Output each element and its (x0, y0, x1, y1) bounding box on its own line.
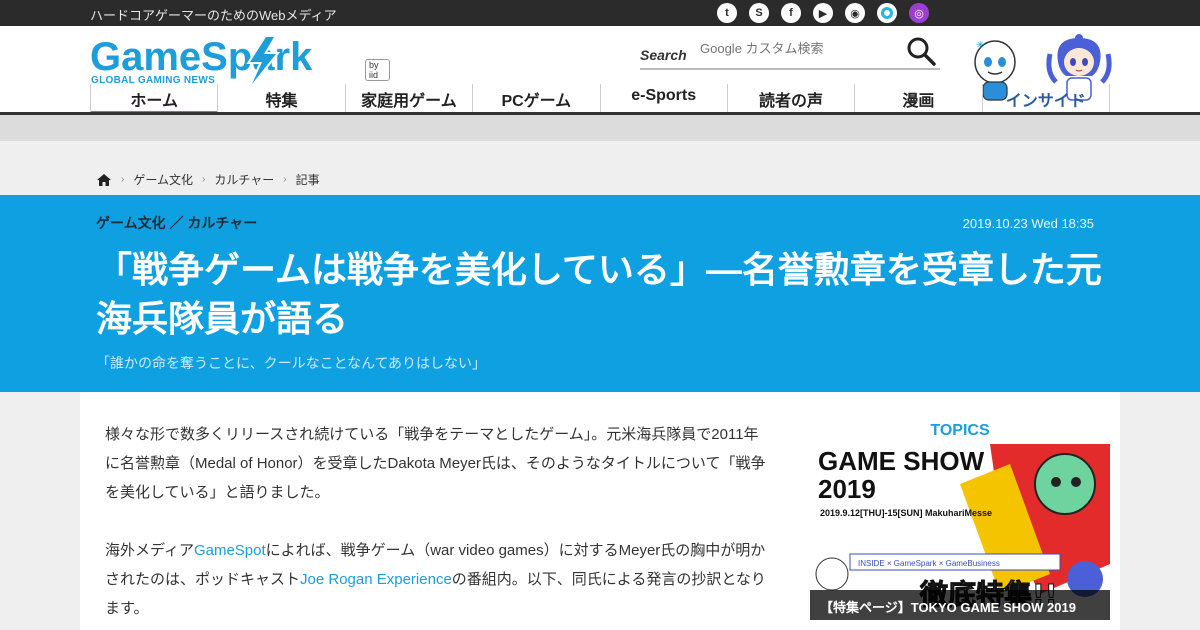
nav-item-esports[interactable]: e-Sports (599, 84, 727, 114)
breadcrumb-culture[interactable]: カルチャー (214, 171, 274, 188)
nav-item-pc-games[interactable]: PCゲーム (472, 84, 599, 114)
breadcrumb-game-culture[interactable]: ゲーム文化 (133, 171, 193, 188)
rss-icon[interactable]: ◉ (845, 3, 865, 23)
article-subtitle: 「誰かの命を奪うことに、クールなことなんてありはしない」 (96, 355, 487, 371)
podcast-icon[interactable]: ◎ (909, 3, 929, 23)
article-hero: ゲーム文化 ／ カルチャー 2019.10.23 Wed 18:35 「戦争ゲー… (0, 195, 1200, 392)
joe-rogan-link[interactable]: Joe Rogan Experience (300, 571, 452, 588)
paragraph-text: 海外メディア (105, 542, 194, 559)
topics-title: TOPICS (930, 422, 990, 439)
ad-band (0, 115, 1200, 141)
nav-item-reader-voice[interactable]: 読者の声 (726, 84, 854, 114)
topics-sidebar: TOPICS GAME SHOW 2019 2019.9.12[THU]-15[… (810, 422, 1110, 620)
search-label: Search (640, 47, 687, 63)
nav-item-inside[interactable]: インサイド (981, 84, 1110, 114)
svg-text:✳: ✳ (976, 40, 984, 51)
logo-wordmark: GameSpark (90, 35, 313, 79)
facebook-icon[interactable]: f (781, 3, 801, 23)
main-nav: ホーム 特集 家庭用ゲーム PCゲーム e-Sports 読者の声 漫画 インサ… (90, 84, 1110, 115)
nav-item-features[interactable]: 特集 (217, 84, 344, 114)
banner-year: 2019 (818, 474, 876, 504)
chevron-right-icon: › (283, 174, 287, 185)
chevron-right-icon: › (201, 174, 206, 185)
youtube-icon[interactable]: ▶ (813, 3, 833, 23)
breadcrumb: › ゲーム文化 › カルチャー › 記事 (96, 171, 320, 188)
logo-byline: by iid (365, 59, 390, 81)
twitter-icon[interactable]: t (717, 3, 737, 23)
steam-icon[interactable]: S (749, 3, 769, 23)
article-paragraph: 様々な形で数多くリリースされ続けている「戦争をテーマとしたゲーム」。元米海兵隊員… (105, 426, 766, 501)
home-icon[interactable] (96, 173, 112, 187)
search-box: Search (640, 34, 940, 70)
search-icon[interactable] (906, 36, 936, 66)
social-links: t S f ▶ ◉ ◎ (717, 3, 929, 23)
article-title: 「戦争ゲームは戦争を美化している」―名誉勲章を受章した元海兵隊員が語る (96, 249, 1102, 339)
article-categories[interactable]: ゲーム文化 ／ カルチャー (96, 213, 257, 233)
article-paragraph: 海外メディアGameSpotによれば、戦争ゲーム（war video games… (105, 536, 770, 623)
chevron-right-icon: › (121, 174, 125, 185)
alexa-icon[interactable] (877, 3, 897, 23)
main-content: 様々な形で数多くリリースされ続けている「戦争をテーマとしたゲーム」。元米海兵隊員… (80, 392, 1120, 630)
nav-item-home[interactable]: ホーム (90, 84, 218, 115)
nav-item-manga[interactable]: 漫画 (854, 84, 981, 114)
topics-banner[interactable]: GAME SHOW 2019 2019.9.12[THU]-15[SUN] Ma… (810, 444, 1110, 620)
nav-item-console-games[interactable]: 家庭用ゲーム (344, 84, 472, 114)
article-date: 2019.10.23 Wed 18:35 (962, 216, 1094, 231)
banner-heading: GAME SHOW (818, 446, 985, 476)
top-bar: ハードコアゲーマーのためのWebメディア t S f ▶ ◉ ◎ (0, 0, 1200, 26)
banner-partners: INSIDE × GameSpark × GameBusiness (858, 559, 1000, 568)
site-tagline: ハードコアゲーマーのためのWebメディア (90, 8, 337, 23)
site-header: GameSpark GLOBAL GAMING NEWS by iid Sear… (0, 26, 1200, 115)
article-body: 様々な形で数多くリリースされ続けている「戦争をテーマとしたゲーム」。元米海兵隊員… (105, 420, 770, 630)
breadcrumb-article: 記事 (295, 173, 320, 187)
search-input[interactable] (700, 36, 895, 60)
gamespot-link[interactable]: GameSpot (194, 542, 266, 559)
topics-caption[interactable]: 【特集ページ】TOKYO GAME SHOW 2019 (810, 590, 1110, 620)
site-logo[interactable]: GameSpark GLOBAL GAMING NEWS by iid (90, 32, 390, 88)
banner-dates: 2019.9.12[THU]-15[SUN] MakuhariMesse (820, 508, 992, 518)
